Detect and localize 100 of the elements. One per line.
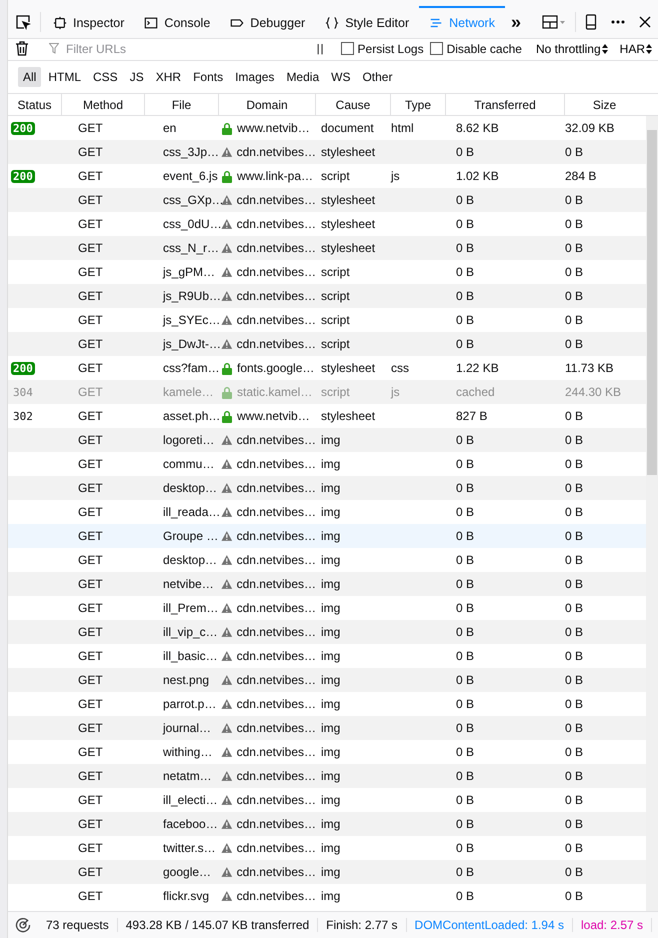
method-text: GET bbox=[78, 673, 103, 687]
tool-tab[interactable]: Inspector bbox=[43, 6, 134, 38]
up-down-arrows-icon bbox=[646, 44, 652, 54]
persist-logs-checkbox[interactable]: Persist Logs bbox=[338, 42, 427, 56]
throttling-dropdown[interactable]: No throttling bbox=[530, 42, 614, 56]
tool-tab[interactable]: Console bbox=[134, 6, 220, 38]
file-name: faceboo… bbox=[163, 817, 218, 831]
domain-text: cdn.netvibes… bbox=[236, 193, 316, 207]
column-header[interactable]: File bbox=[145, 94, 219, 115]
file-name: journal… bbox=[163, 721, 212, 735]
request-row[interactable]: GET faceboo… cdn.netvibes… img 0 B 0 B bbox=[8, 812, 646, 836]
column-header[interactable]: Domain bbox=[219, 94, 316, 115]
method-text: GET bbox=[78, 817, 103, 831]
column-header[interactable]: Status bbox=[8, 94, 62, 115]
transferred-text: 0 B bbox=[456, 577, 474, 591]
request-row[interactable]: GET css_3Jp… cdn.netvibes… stylesheet 0 B 0 B bbox=[8, 140, 646, 164]
cause-text: script bbox=[321, 337, 350, 351]
size-text: 0 B bbox=[565, 433, 584, 447]
domain-text: cdn.netvibes… bbox=[236, 241, 316, 255]
scrollbar[interactable] bbox=[646, 116, 658, 911]
domain-text: cdn.netvibes… bbox=[236, 793, 316, 807]
type-text: css bbox=[391, 361, 409, 375]
column-header[interactable]: Type bbox=[391, 94, 446, 115]
type-filter-button[interactable]: CSS bbox=[88, 67, 123, 87]
cause-text: img bbox=[321, 769, 340, 783]
domain-text: static.kamel… bbox=[237, 385, 312, 399]
size-text: 0 B bbox=[565, 193, 584, 207]
har-dropdown[interactable]: HAR bbox=[614, 42, 658, 56]
column-header[interactable]: Transferred bbox=[446, 94, 565, 115]
method-text: GET bbox=[78, 217, 103, 231]
cause-text: script bbox=[321, 169, 350, 183]
size-text: 0 B bbox=[565, 673, 584, 687]
type-filter-button[interactable]: JS bbox=[124, 67, 149, 87]
method-text: GET bbox=[78, 313, 103, 327]
transferred-text: 0 B bbox=[456, 289, 474, 303]
domain-text: cdn.netvibes… bbox=[236, 145, 316, 159]
method-text: GET bbox=[78, 601, 103, 615]
disable-cache-checkbox[interactable]: Disable cache bbox=[426, 42, 525, 56]
cause-text: script bbox=[321, 313, 350, 327]
size-text: 0 B bbox=[565, 145, 584, 159]
type-filter-button[interactable]: WS bbox=[326, 67, 356, 87]
cause-text: img bbox=[321, 481, 340, 495]
request-row[interactable]: GET ill_vip_c… cdn.netvibes… img 0 B 0 B bbox=[8, 620, 646, 644]
tool-tab[interactable]: Debugger bbox=[220, 6, 316, 38]
size-text: 32.09 KB bbox=[565, 121, 614, 135]
request-row[interactable]: GET google… cdn.netvibes… img 0 B 0 B bbox=[8, 860, 646, 884]
file-name: flickr.svg bbox=[163, 889, 210, 903]
pause-button[interactable]: | | bbox=[306, 42, 333, 54]
domain-text: cdn.netvibes… bbox=[236, 217, 316, 231]
tool-tab[interactable]: Style Editor bbox=[315, 6, 420, 38]
size-text: 0 B bbox=[565, 889, 584, 903]
type-filter-button[interactable]: HTML bbox=[43, 67, 86, 87]
domain-text: cdn.netvibes… bbox=[236, 505, 316, 519]
method-text: GET bbox=[78, 145, 103, 159]
transferred-text: 8.62 KB bbox=[456, 121, 499, 135]
file-name: parrot.p… bbox=[163, 697, 216, 711]
request-row[interactable]: GET js_R9Ub… cdn.netvibes… script 0 B 0 B bbox=[8, 284, 646, 308]
overflow-chevron[interactable]: » bbox=[504, 6, 527, 38]
type-filter-button[interactable]: XHR bbox=[150, 67, 186, 87]
domain-text: cdn.netvibes… bbox=[236, 625, 316, 639]
request-row[interactable]: GET desktop… cdn.netvibes… img 0 B 0 B bbox=[8, 476, 646, 500]
file-name: ill_electi… bbox=[163, 793, 218, 807]
box-icon bbox=[53, 16, 67, 30]
size-text: 0 B bbox=[565, 793, 584, 807]
type-filter-button[interactable]: Images bbox=[230, 67, 280, 87]
file-name: nest.png bbox=[163, 673, 210, 687]
request-row[interactable]: GET nest.png cdn.netvibes… img 0 B 0 B bbox=[8, 668, 646, 692]
file-name: commu… bbox=[163, 457, 214, 471]
type-filter-button[interactable]: Other bbox=[357, 67, 398, 87]
file-name: css_0dU… bbox=[163, 217, 222, 231]
type-filter-button[interactable]: Media bbox=[281, 67, 324, 87]
domain-text: cdn.netvibes… bbox=[236, 265, 316, 279]
size-text: 0 B bbox=[565, 817, 584, 831]
type-filter-button[interactable]: All bbox=[18, 67, 42, 87]
request-row[interactable]: GET journal… cdn.netvibes… img 0 B 0 B bbox=[8, 716, 646, 740]
column-header[interactable]: Cause bbox=[316, 94, 391, 115]
domain-text: www.link-pa… bbox=[237, 169, 314, 183]
cause-text: img bbox=[321, 553, 340, 567]
size-text: 0 B bbox=[565, 409, 584, 423]
type-text: js bbox=[391, 169, 400, 183]
method-text: GET bbox=[78, 457, 103, 471]
transferred-text: 0 B bbox=[456, 505, 474, 519]
file-name: ill_reada… bbox=[163, 505, 220, 519]
request-row[interactable]: GET netvibe… cdn.netvibes… img 0 B 0 B bbox=[8, 572, 646, 596]
type-filter-button[interactable]: Fonts bbox=[188, 67, 228, 87]
request-row[interactable]: GET css_GXp… cdn.netvibes… stylesheet 0 B 0 B bbox=[8, 188, 646, 212]
cause-text: stylesheet bbox=[321, 217, 376, 231]
request-row[interactable]: GET js_DwJt-… cdn.netvibes… script 0 B 0 B bbox=[8, 332, 646, 356]
transferred-text: 0 B bbox=[456, 457, 474, 471]
method-text: GET bbox=[78, 433, 103, 447]
request-row[interactable]: GET Groupe … cdn.netvibes… img 0 B 0 B bbox=[8, 524, 646, 548]
column-header[interactable]: Method bbox=[62, 94, 145, 115]
column-header[interactable]: Size bbox=[565, 94, 644, 115]
file-name: kamele… bbox=[163, 385, 214, 399]
request-row[interactable]: GET logoreti… cdn.netvibes… img 0 B 0 B bbox=[8, 428, 646, 452]
transferred-text: 0 B bbox=[456, 529, 474, 543]
request-row[interactable]: GET css_N_r… cdn.netvibes… stylesheet 0 B 0 B bbox=[8, 236, 646, 260]
transferred-text: 0 B bbox=[456, 721, 474, 735]
filter-field[interactable]: Filter URLs bbox=[64, 40, 264, 56]
request-row[interactable]: GET netatm… cdn.netvibes… img 0 B 0 B bbox=[8, 764, 646, 788]
